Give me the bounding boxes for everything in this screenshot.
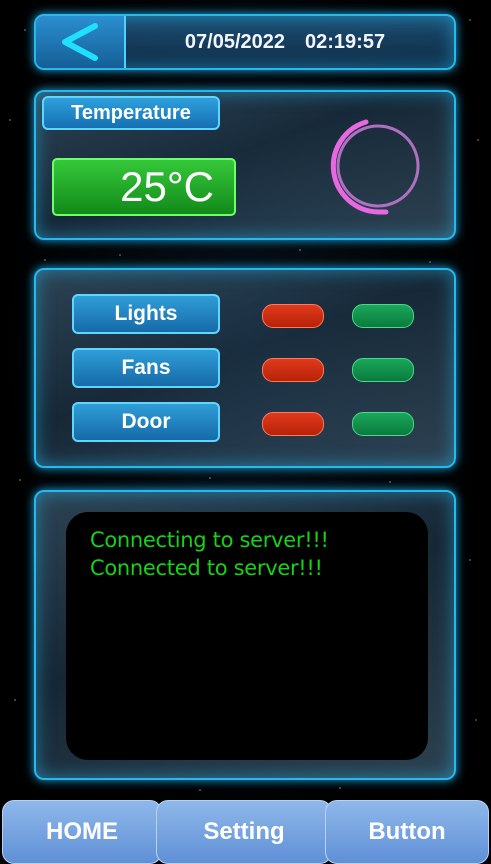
bottom-nav: HOME Setting Button xyxy=(0,800,491,864)
door-on-button[interactable] xyxy=(352,412,414,436)
button-button[interactable]: Button xyxy=(325,800,489,864)
temperature-title: Temperature xyxy=(42,96,220,130)
log-line: Connecting to server!!! xyxy=(90,528,329,552)
temperature-gauge xyxy=(330,119,420,215)
door-label[interactable]: Door xyxy=(72,402,220,442)
log-line: Connected to server!!! xyxy=(90,556,323,580)
chevron-left-icon xyxy=(62,23,98,61)
app-screen: 07/05/2022 02:19:57 Temperature 25°C Lig… xyxy=(0,0,491,864)
fans-on-button[interactable] xyxy=(352,358,414,382)
lights-off-button[interactable] xyxy=(262,304,324,328)
temperature-panel: Temperature 25°C xyxy=(34,90,456,240)
date-text: 07/05/2022 xyxy=(184,30,286,53)
setting-button[interactable]: Setting xyxy=(156,800,332,864)
lights-on-button[interactable] xyxy=(352,304,414,328)
fans-off-button[interactable] xyxy=(262,358,324,382)
back-button[interactable] xyxy=(36,16,126,68)
device-row-lights: Lights xyxy=(36,294,454,334)
door-off-button[interactable] xyxy=(262,412,324,436)
home-button[interactable]: HOME xyxy=(2,800,162,864)
devices-panel: Lights Fans Door xyxy=(34,268,456,468)
device-row-fans: Fans xyxy=(36,348,454,388)
temperature-value: 25°C xyxy=(52,158,236,216)
log-console: Connecting to server!!! Connected to ser… xyxy=(66,512,428,760)
fans-label[interactable]: Fans xyxy=(72,348,220,388)
time-text: 02:19:57 xyxy=(305,30,386,53)
lights-label[interactable]: Lights xyxy=(72,294,220,334)
log-panel: Connecting to server!!! Connected to ser… xyxy=(34,490,456,780)
header-bar: 07/05/2022 02:19:57 xyxy=(34,14,456,70)
datetime-display: 07/05/2022 02:19:57 xyxy=(146,16,424,68)
device-row-door: Door xyxy=(36,402,454,442)
